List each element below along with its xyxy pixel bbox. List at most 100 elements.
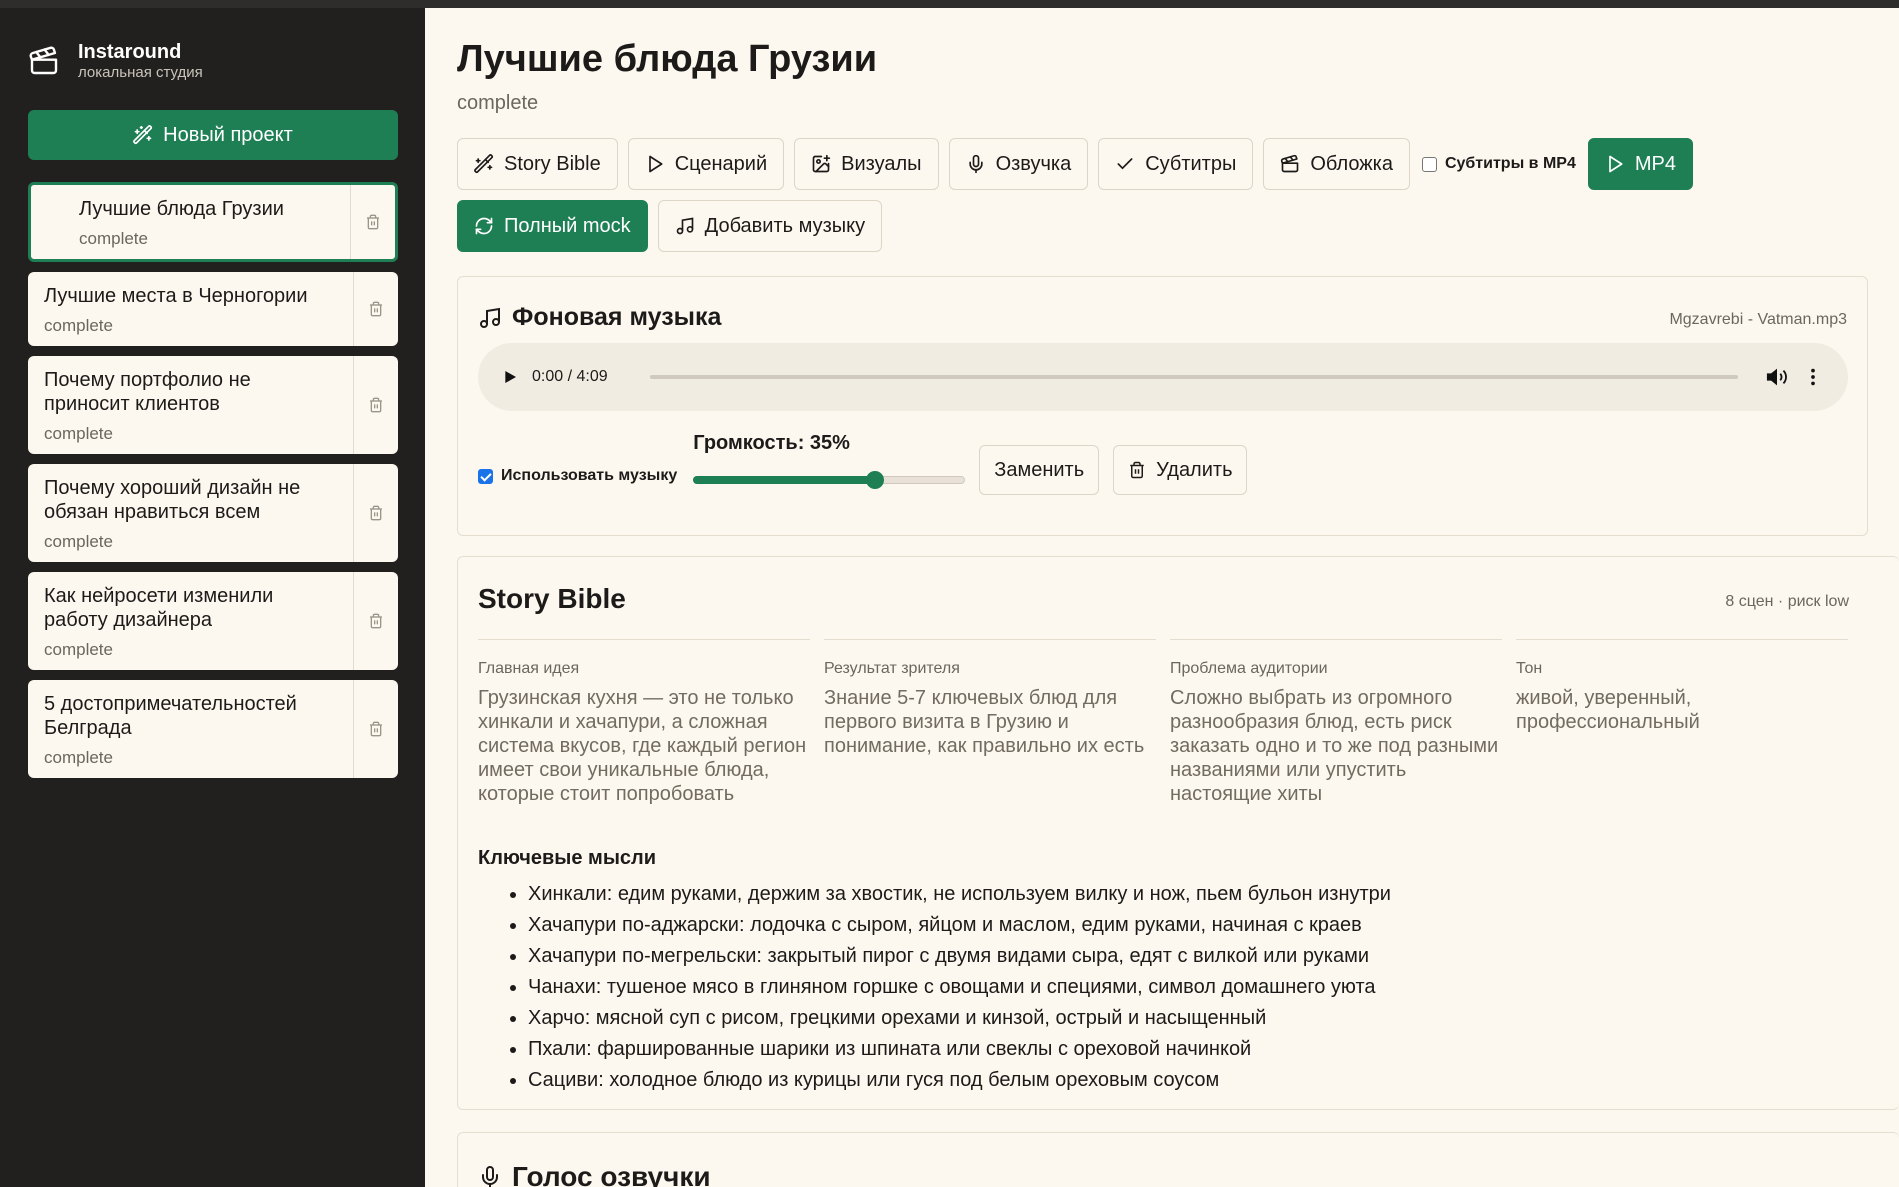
delete-project-button[interactable] — [354, 572, 398, 670]
brand-subtitle: локальная студия — [78, 64, 203, 81]
list-item: Хинкали: едим руками, держим за хвостик,… — [528, 879, 1391, 910]
trash-icon — [370, 505, 382, 521]
column-text: Грузинская кухня — это не только хинкали… — [478, 687, 807, 805]
project-status: complete — [44, 532, 113, 551]
music-controls: Использовать музыку Громкость: 35% Замен… — [478, 427, 1248, 495]
story-bible-label: Story Bible — [504, 152, 601, 175]
story-bible-title: Story Bible — [478, 583, 626, 614]
volume-icon[interactable] — [1766, 366, 1788, 388]
play-icon[interactable] — [502, 369, 518, 385]
project-item[interactable]: Как нейросети изменили работу дизайнера … — [28, 572, 398, 670]
music-note-icon — [676, 217, 694, 235]
project-status: complete — [79, 229, 148, 248]
list-item: Чанахи: тушеное мясо в глиняном горшке с… — [528, 972, 1391, 1003]
refresh-icon — [475, 217, 493, 235]
use-music-label: Использовать музыку — [501, 467, 678, 484]
delete-music-button[interactable]: Удалить — [1113, 445, 1248, 495]
check-icon — [1117, 158, 1133, 170]
column-text: живой, уверенный, профессиональный — [1516, 687, 1700, 733]
script-button[interactable]: Сценарий — [627, 138, 785, 190]
mp4-button[interactable]: MP4 — [1587, 138, 1693, 190]
subtitles-in-mp4-toggle[interactable]: Субтитры в MP4 — [1420, 138, 1578, 190]
column-text: Сложно выбрать из огромного разнообразия… — [1170, 687, 1499, 805]
cover-label: Обложка — [1310, 152, 1393, 175]
add-music-button[interactable]: Добавить музыку — [657, 200, 883, 252]
delete-project-button[interactable] — [354, 356, 398, 454]
trash-icon — [1130, 461, 1144, 479]
project-title: Почему портфолио не приносит клиентов — [44, 369, 251, 415]
key-thoughts-list: Хинкали: едим руками, держим за хвостик,… — [528, 879, 1391, 1096]
column-label: Результат зрителя — [824, 660, 960, 677]
volume-slider-knob[interactable] — [866, 470, 885, 489]
audio-player: 0:00 / 4:09 — [478, 343, 1848, 411]
project-item[interactable]: 5 достопримечательностей Белграда comple… — [28, 680, 398, 778]
visuals-button[interactable]: Визуалы — [794, 138, 939, 190]
list-item: Харчо: мясной суп с рисом, грецкими орех… — [528, 1003, 1391, 1034]
project-status: complete — [44, 424, 113, 443]
clapperboard-icon — [1281, 154, 1299, 173]
project-status: complete — [44, 748, 113, 767]
project-list: Лучшие блюда Грузии complete Лучшие мест… — [28, 182, 398, 788]
list-item: Хачапури по-аджарски: лодочка с сыром, я… — [528, 910, 1391, 941]
project-item[interactable]: Лучшие блюда Грузии complete — [28, 182, 398, 262]
music-note-icon — [480, 307, 500, 328]
subtitles-label: Субтитры — [1145, 152, 1237, 175]
story-bible-columns: Главная идея Грузинская кухня — это не т… — [478, 639, 1848, 806]
cover-button[interactable]: Обложка — [1263, 138, 1410, 190]
project-title: Лучшие блюда Грузии — [79, 198, 284, 220]
trash-icon — [370, 301, 382, 317]
delete-project-button[interactable] — [351, 185, 395, 259]
volume-slider[interactable] — [693, 467, 966, 491]
microphone-icon — [968, 154, 983, 174]
clapperboard-icon — [29, 46, 58, 75]
subtitles-button[interactable]: Субтитры — [1098, 138, 1254, 190]
replace-music-button[interactable]: Заменить — [979, 445, 1100, 495]
trash-icon — [370, 397, 382, 413]
project-item[interactable]: Лучшие места в Черногории complete — [28, 272, 398, 346]
window-top-bar — [0, 0, 1899, 8]
use-music-toggle[interactable]: Использовать музыку — [478, 467, 677, 485]
voiceover-button[interactable]: Озвучка — [948, 138, 1089, 190]
script-label: Сценарий — [674, 152, 768, 175]
subtitles-in-mp4-checkbox[interactable] — [1421, 156, 1437, 172]
delete-project-button[interactable] — [354, 464, 398, 562]
volume-label: Громкость: 35% — [693, 431, 850, 454]
column-label: Проблема аудитории — [1170, 660, 1328, 677]
project-title: Почему хороший дизайн не обязан нравитьс… — [44, 477, 301, 523]
subtitles-in-mp4-label: Субтитры в MP4 — [1444, 155, 1576, 172]
project-item[interactable]: Почему хороший дизайн не обязан нравитьс… — [28, 464, 398, 562]
project-item[interactable]: Почему портфолио не приносит клиентов co… — [28, 356, 398, 454]
project-status: complete — [44, 316, 113, 335]
story-bible-meta: 8 сцен · риск low — [1725, 593, 1849, 610]
column-text: Знание 5-7 ключевых блюд для первого виз… — [824, 687, 1145, 757]
replace-music-label: Заменить — [994, 458, 1085, 481]
more-vertical-icon[interactable] — [1802, 366, 1824, 388]
list-item: Хачапури по-мегрельски: закрытый пирог с… — [528, 941, 1391, 972]
use-music-checkbox[interactable] — [478, 468, 493, 484]
trash-icon — [367, 214, 379, 230]
column-label: Тон — [1516, 660, 1543, 677]
mp4-label: MP4 — [1634, 152, 1676, 175]
music-card-title: Фоновая музыка — [512, 303, 722, 331]
story-bible-button[interactable]: Story Bible — [457, 138, 618, 190]
delete-music-label: Удалить — [1156, 458, 1233, 481]
delete-project-button[interactable] — [354, 272, 398, 346]
audio-time: 0:00 / 4:09 — [532, 368, 608, 385]
project-title: 5 достопримечательностей Белграда — [44, 693, 297, 739]
new-project-button[interactable]: Новый проект — [28, 110, 398, 160]
voiceover-label: Озвучка — [995, 152, 1072, 175]
audio-progress-track[interactable] — [650, 375, 1738, 379]
full-mock-button[interactable]: Полный mock — [457, 200, 648, 252]
new-project-label: Новый проект — [163, 123, 293, 146]
project-title: Как нейросети изменили работу дизайнера — [44, 585, 274, 631]
background-music-card: Фоновая музыка Mgzavrebi - Vatman.mp3 0:… — [457, 276, 1868, 536]
delete-project-button[interactable] — [354, 680, 398, 778]
add-music-label: Добавить музыку — [704, 214, 866, 237]
project-title: Лучшие места в Черногории — [44, 285, 308, 307]
music-file-name: Mgzavrebi - Vatman.mp3 — [1669, 311, 1847, 328]
brand-name: Instaround — [78, 41, 182, 63]
volume-control: Громкость: 35% — [693, 431, 966, 491]
main-panel: Лучшие блюда Грузии complete Story Bible… — [425, 8, 1899, 1187]
page-status: complete — [457, 92, 539, 114]
voice-card-title: Голос озвучки — [512, 1161, 711, 1187]
